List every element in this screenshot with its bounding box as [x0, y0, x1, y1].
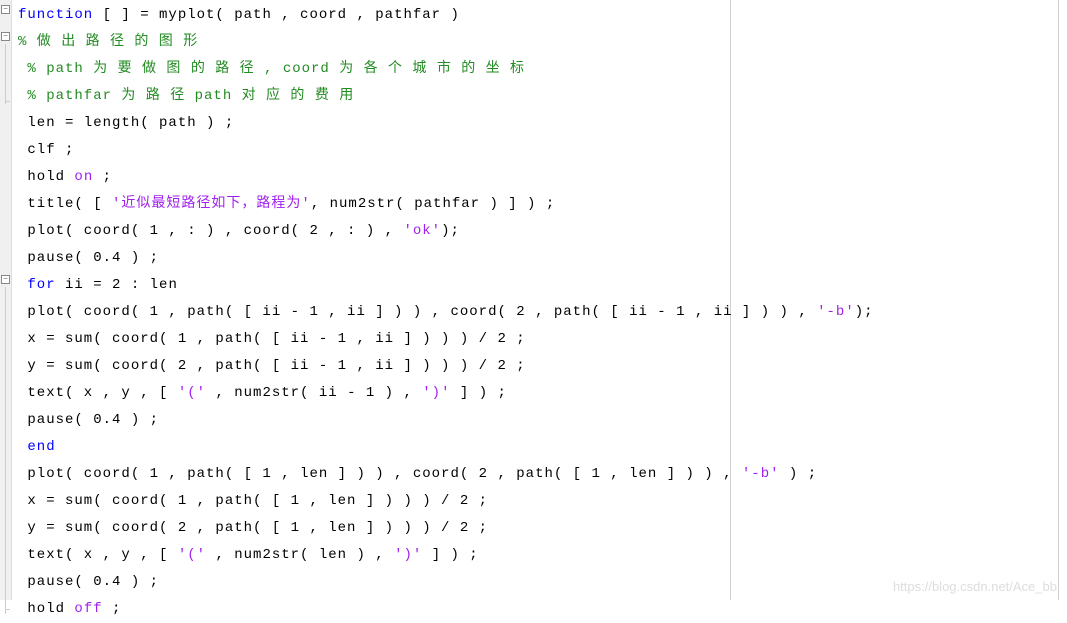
code-text: , num2str( len ) , [206, 547, 394, 563]
code-text: y = sum( coord( 2 , path( [ ii - 1 , ii … [18, 358, 526, 374]
code-line: plot( coord( 1 , : ) , coord( 2 , : ) , … [14, 218, 1067, 245]
code-line: for ii = 2 : len [14, 272, 1067, 299]
code-text: x = sum( coord( 1 , path( [ ii - 1 , ii … [18, 331, 526, 347]
code-text: ] ) ; [422, 547, 478, 563]
code-text: plot( coord( 1 , : ) , coord( 2 , : ) , [18, 223, 403, 239]
code-text: plot( coord( 1 , path( [ ii - 1 , ii ] )… [18, 304, 817, 320]
fold-icon[interactable]: − [1, 5, 10, 14]
fold-line [5, 287, 6, 614]
code-text: x = sum( coord( 1 , path( [ 1 , len ] ) … [18, 493, 488, 509]
code-editor[interactable]: function [ ] = myplot( path , coord , pa… [14, 0, 1067, 623]
code-line: len = length( path ) ; [14, 110, 1067, 137]
code-line: x = sum( coord( 1 , path( [ 1 , len ] ) … [14, 488, 1067, 515]
code-line: plot( coord( 1 , path( [ 1 , len ] ) ) ,… [14, 461, 1067, 488]
code-line: % path 为 要 做 图 的 路 径 , coord 为 各 个 城 市 的… [14, 56, 1067, 83]
code-text: plot( coord( 1 , path( [ 1 , len ] ) ) ,… [18, 466, 742, 482]
code-line: pause( 0.4 ) ; [14, 245, 1067, 272]
code-text: hold [18, 601, 74, 617]
code-line: function [ ] = myplot( path , coord , pa… [14, 2, 1067, 29]
fold-end-icon [5, 609, 10, 610]
code-line: pause( 0.4 ) ; [14, 407, 1067, 434]
code-text: y = sum( coord( 2 , path( [ 1 , len ] ) … [18, 520, 488, 536]
code-line: % pathfar 为 路 径 path 对 应 的 费 用 [14, 83, 1067, 110]
string: '(' [178, 385, 206, 401]
string: ')' [422, 385, 450, 401]
code-line: end [14, 434, 1067, 461]
code-text: ] ) ; [451, 385, 507, 401]
code-text: pause( 0.4 ) ; [18, 574, 159, 590]
code-line: y = sum( coord( 2 , path( [ ii - 1 , ii … [14, 353, 1067, 380]
code-line: hold on ; [14, 164, 1067, 191]
code-text: pause( 0.4 ) ; [18, 250, 159, 266]
code-line: plot( coord( 1 , path( [ ii - 1 , ii ] )… [14, 299, 1067, 326]
code-gutter: − − − [0, 0, 12, 600]
code-line: title( [ '近似最短路径如下，路程为', num2str( pathfa… [14, 191, 1067, 218]
string: ')' [394, 547, 422, 563]
fold-end-icon [5, 101, 10, 102]
string: off [74, 601, 102, 617]
string: '(' [178, 547, 206, 563]
code-line: y = sum( coord( 2 , path( [ 1 , len ] ) … [14, 515, 1067, 542]
code-text [18, 277, 27, 293]
code-text: , num2str( pathfar ) ] ) ; [311, 196, 555, 212]
string: 'ok' [403, 223, 441, 239]
watermark: https://blog.csdn.net/Ace_bb [893, 579, 1057, 594]
code-text: text( x , y , [ [18, 547, 178, 563]
code-line: x = sum( coord( 1 , path( [ ii - 1 , ii … [14, 326, 1067, 353]
code-text: ); [855, 304, 874, 320]
code-line: % 做 出 路 径 的 图 形 [14, 29, 1067, 56]
code-text: ii = 2 : len [56, 277, 178, 293]
code-text: , num2str( ii - 1 ) , [206, 385, 422, 401]
comment: % path 为 要 做 图 的 路 径 , coord 为 各 个 城 市 的… [18, 61, 525, 77]
string: '-b' [742, 466, 780, 482]
code-line: text( x , y , [ '(' , num2str( ii - 1 ) … [14, 380, 1067, 407]
fold-line [5, 44, 6, 104]
code-text: title( [ [18, 196, 112, 212]
string: '近似最短路径如下，路程为' [112, 196, 311, 212]
keyword: end [27, 439, 55, 455]
code-text: [ ] = myplot( path , coord , pathfar ) [93, 7, 460, 23]
keyword: function [18, 7, 93, 23]
keyword: for [27, 277, 55, 293]
code-text: pause( 0.4 ) ; [18, 412, 159, 428]
code-text: ; [93, 169, 112, 185]
code-text: ; [103, 601, 122, 617]
code-line: clf ; [14, 137, 1067, 164]
code-text: ) ; [780, 466, 818, 482]
fold-icon[interactable]: − [1, 275, 10, 284]
code-text: text( x , y , [ [18, 385, 178, 401]
code-line: text( x , y , [ '(' , num2str( len ) , '… [14, 542, 1067, 569]
code-text: clf ; [18, 142, 74, 158]
fold-icon[interactable]: − [1, 32, 10, 41]
string: '-b' [817, 304, 855, 320]
code-text [18, 439, 27, 455]
string: on [74, 169, 93, 185]
code-text: hold [18, 169, 74, 185]
comment: % pathfar 为 路 径 path 对 应 的 费 用 [18, 88, 354, 104]
code-text: ); [441, 223, 460, 239]
code-line: hold off ; [14, 596, 1067, 623]
comment: % 做 出 路 径 的 图 形 [18, 34, 198, 50]
code-text: len = length( path ) ; [18, 115, 234, 131]
